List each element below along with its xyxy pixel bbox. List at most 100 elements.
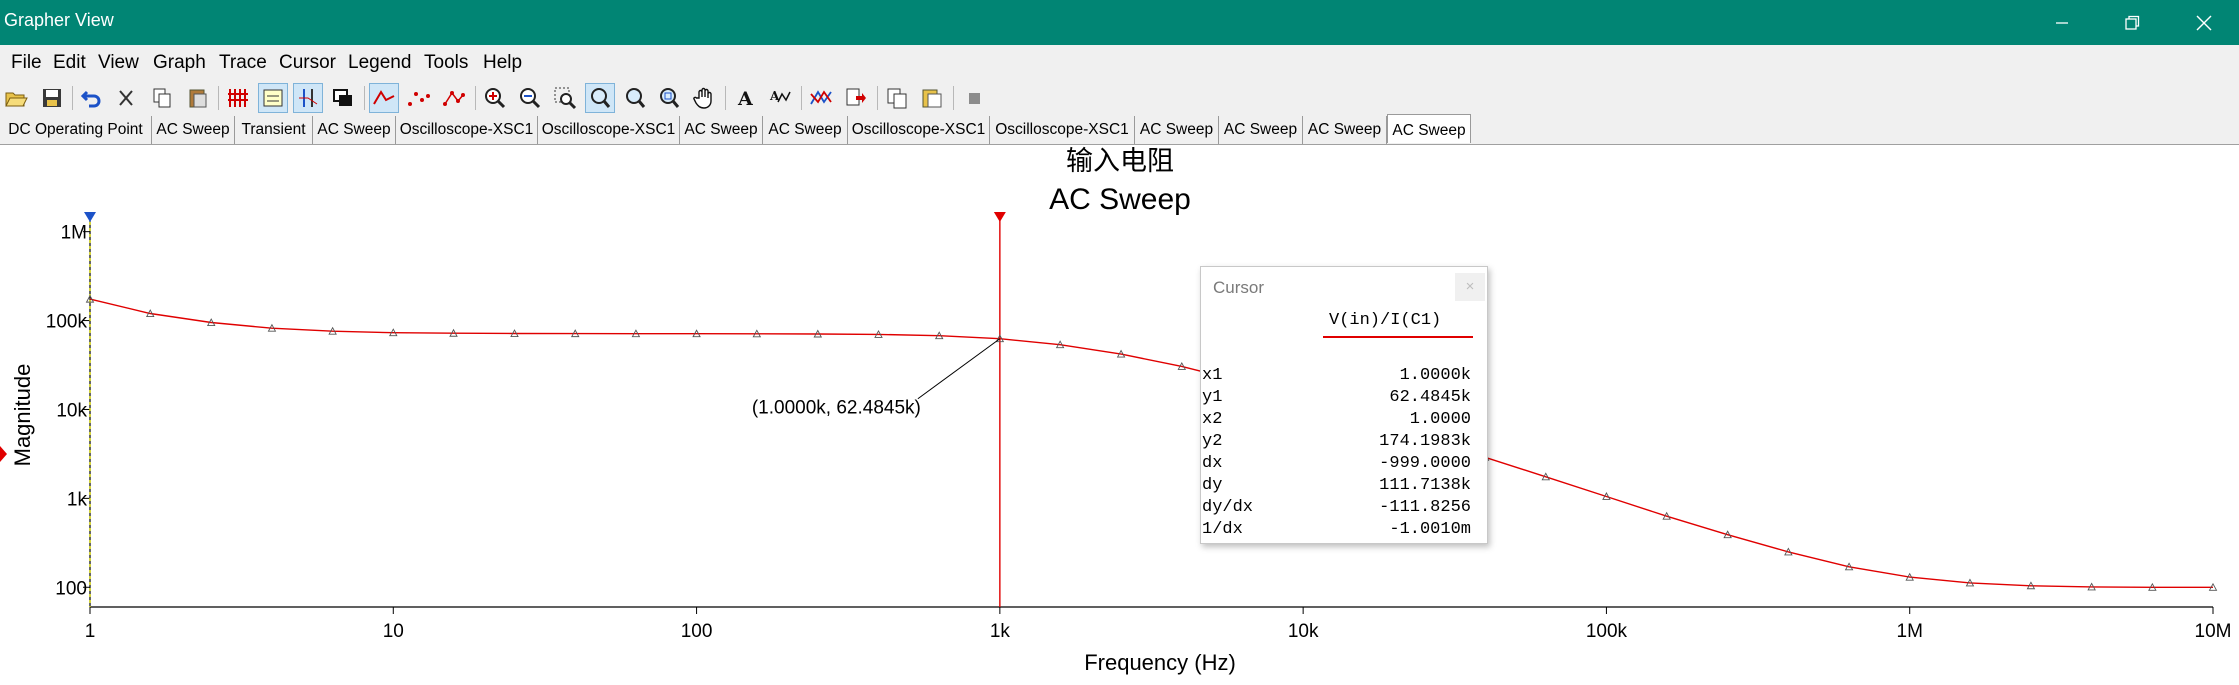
row-value: 174.1983k	[1379, 432, 1471, 451]
row-value: -111.8256	[1379, 498, 1471, 517]
zoom-x-icon[interactable]	[585, 83, 615, 113]
tab-oscilloscope-xsc1[interactable]: Oscilloscope-XSC1	[396, 116, 538, 144]
x-ticks: 1 10 100 1k 10k 100k 1M 10M	[85, 607, 2232, 642]
close-icon[interactable]: ×	[1455, 273, 1485, 301]
tab-ac-sweep[interactable]: AC Sweep	[152, 116, 235, 144]
line-dots-trace-icon[interactable]	[440, 84, 468, 112]
tab-ac-sweep[interactable]: AC Sweep	[1135, 116, 1219, 144]
menu-cursor[interactable]: Cursor	[279, 52, 336, 74]
open-icon[interactable]	[2, 84, 30, 112]
paste-icon[interactable]	[184, 84, 212, 112]
stop-icon[interactable]	[960, 84, 988, 112]
signal-name: V(in)/I(C1)	[1329, 311, 1442, 330]
tab-ac-sweep[interactable]: AC Sweep	[1303, 116, 1387, 144]
x-tick-label: 100k	[1586, 621, 1628, 642]
minimize-icon[interactable]	[2030, 0, 2094, 45]
row-value: 1.0000k	[1399, 366, 1471, 385]
menu-edit[interactable]: Edit	[53, 52, 86, 74]
overlay-icon[interactable]	[329, 84, 357, 112]
x-tick-label: 10k	[1288, 621, 1319, 642]
series-group	[85, 294, 2218, 591]
row-value: -999.0000	[1379, 454, 1471, 473]
graph-area: 输入电阻 AC Sweep 1 10 100 1k 10k 100k 1M 10M 100 1k…	[0, 146, 2232, 675]
save-icon[interactable]	[38, 84, 66, 112]
zoom-area-icon[interactable]	[551, 84, 579, 112]
restore-icon[interactable]	[2100, 0, 2164, 45]
cursor-panel-title: Cursor	[1213, 278, 1265, 297]
menu-graph[interactable]: Graph	[153, 52, 206, 74]
row-value: 111.7138k	[1379, 476, 1471, 495]
overlay-traces-icon[interactable]	[807, 84, 835, 112]
cursor-row-x2: x2 1.0000	[1201, 410, 1471, 432]
tab-oscilloscope-xsc1[interactable]: Oscilloscope-XSC1	[538, 116, 680, 144]
series-line	[89, 298, 2213, 588]
zoom-in-icon[interactable]	[481, 84, 509, 112]
row-label: y2	[1202, 432, 1223, 451]
y-axis-label: Magnitude	[10, 364, 35, 467]
menu-bar: File Edit View Graph Trace Cursor Legend…	[0, 45, 2239, 80]
pan-icon[interactable]	[690, 84, 718, 112]
x-tick-label: 1M	[1897, 621, 1923, 642]
x-tick-label: 1k	[990, 621, 1011, 642]
tab-transient[interactable]: Transient	[235, 116, 313, 144]
row-label: 1/dx	[1202, 520, 1243, 539]
x-tick-label: 1	[85, 621, 96, 642]
menu-help[interactable]: Help	[483, 52, 522, 74]
export-icon[interactable]	[842, 84, 870, 112]
tab-ac-sweep[interactable]: AC Sweep	[313, 116, 396, 144]
window-title: Grapher View	[4, 10, 114, 30]
x-tick-label: 10M	[2195, 621, 2232, 642]
undo-icon[interactable]	[78, 84, 106, 112]
paste-graph-icon[interactable]	[918, 84, 946, 112]
dots-trace-icon[interactable]	[405, 84, 433, 112]
tab-ac-sweep[interactable]: AC Sweep	[680, 116, 763, 144]
zoom-full-icon[interactable]	[655, 84, 683, 112]
legend-icon[interactable]	[258, 83, 288, 113]
x-axis-label: Frequency (Hz)	[1084, 650, 1236, 675]
zoom-out-icon[interactable]	[516, 84, 544, 112]
tab-ac-sweep[interactable]: AC Sweep	[763, 116, 848, 144]
row-label: dx	[1202, 454, 1223, 473]
x-tick-label: 100	[681, 621, 713, 642]
grid-icon[interactable]	[224, 84, 252, 112]
toolbar: A A	[0, 80, 2239, 117]
cursor-row-x1: x1 1.0000k	[1201, 366, 1471, 388]
signal-color-line	[1323, 336, 1473, 338]
menu-view[interactable]: View	[98, 52, 139, 74]
cursor-1-handle[interactable]	[993, 212, 1006, 222]
cursor-panel[interactable]: Cursor × V(in)/I(C1) x1 1.0000k y1 62.4845…	[1200, 266, 1488, 544]
x-tick-label: 10	[383, 621, 404, 642]
menu-trace[interactable]: Trace	[219, 52, 267, 74]
zoom-y-icon[interactable]	[621, 84, 649, 112]
row-label: x2	[1202, 410, 1223, 429]
menu-file[interactable]: File	[11, 52, 42, 74]
close-icon[interactable]	[2172, 0, 2236, 45]
cursor-2-handle[interactable]	[84, 212, 96, 222]
row-label: dy	[1202, 476, 1223, 495]
copy-graph-icon[interactable]	[883, 84, 911, 112]
tab-oscilloscope-xsc1[interactable]: Oscilloscope-XSC1	[990, 116, 1135, 144]
text-icon[interactable]: A	[731, 84, 759, 112]
cursor-row-dx: dx -999.0000	[1201, 454, 1471, 476]
menu-legend[interactable]: Legend	[348, 52, 411, 74]
row-label: y1	[1202, 388, 1223, 407]
row-label: dy/dx	[1202, 498, 1254, 517]
y-tick-label: 10k	[56, 400, 87, 421]
copy-icon[interactable]	[148, 84, 176, 112]
y-ticks: 100 1k 10k 100k 1M	[46, 223, 90, 599]
cut-icon[interactable]	[112, 84, 140, 112]
tab-ac-sweep-selected[interactable]: AC Sweep	[1387, 114, 1471, 143]
annotation-leader	[917, 338, 1001, 400]
label-icon[interactable]: A	[766, 84, 794, 112]
tab-ac-sweep[interactable]: AC Sweep	[1219, 116, 1303, 144]
cursor-panel-header[interactable]: Cursor ×	[1201, 267, 1487, 307]
line-trace-icon[interactable]	[369, 83, 399, 113]
tab-dc-operating-point[interactable]: DC Operating Point	[0, 116, 152, 144]
cursor-row-y2: y2 174.1983k	[1201, 432, 1471, 454]
cursors-icon[interactable]	[293, 83, 323, 113]
menu-tools[interactable]: Tools	[424, 52, 468, 74]
tab-oscilloscope-xsc1[interactable]: Oscilloscope-XSC1	[848, 116, 990, 144]
y-tick-label: 1k	[67, 489, 88, 510]
cursor-annotation: (1.0000k, 62.4845k)	[752, 398, 921, 419]
cursor-row-inv-dx: 1/dx -1.0010m	[1201, 520, 1471, 542]
